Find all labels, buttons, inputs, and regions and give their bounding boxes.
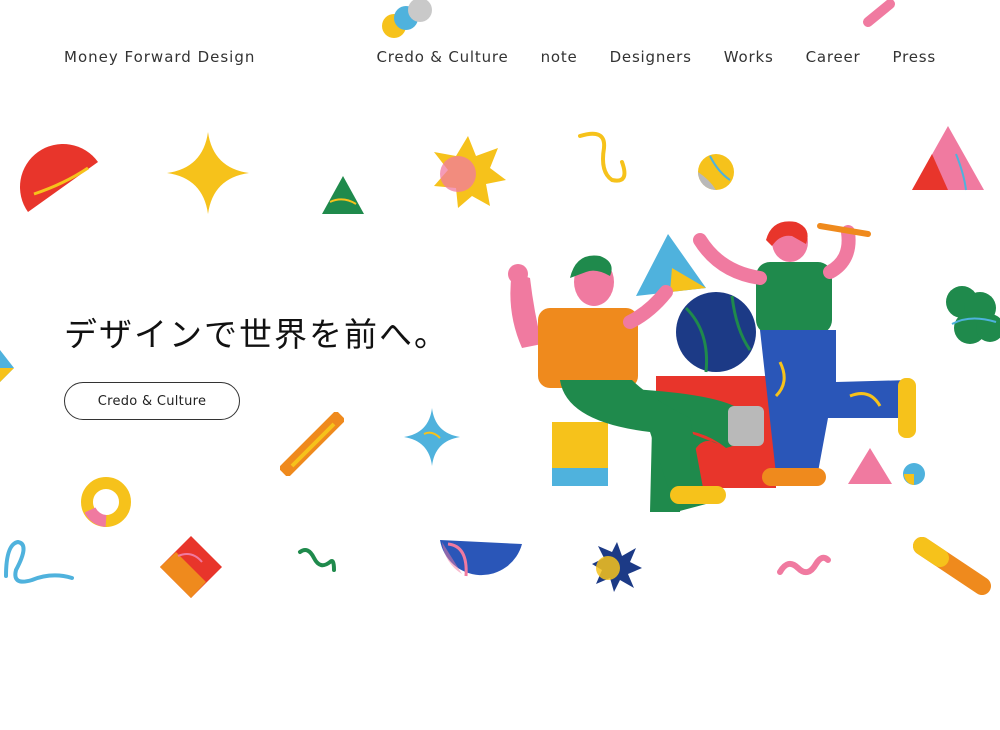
nav-item-credo-culture[interactable]: Credo & Culture xyxy=(376,48,508,66)
main-nav: Credo & Culture note Designers Works Car… xyxy=(376,48,936,66)
credo-culture-button[interactable]: Credo & Culture xyxy=(64,382,240,420)
nav-item-works[interactable]: Works xyxy=(724,48,774,66)
blue-sparkle-shape xyxy=(402,406,462,468)
ring-donut-shape xyxy=(80,476,132,528)
blue-squiggle-shape xyxy=(2,536,76,588)
people-illustration xyxy=(500,212,930,522)
pink-triangle-shape xyxy=(910,124,986,192)
green-wave-shape xyxy=(296,544,338,576)
top-right-stick-shape xyxy=(860,0,900,30)
pink-wave-shape xyxy=(776,550,832,584)
nav-item-press[interactable]: Press xyxy=(893,48,936,66)
yellow-squiggle-shape xyxy=(576,128,636,190)
hero-title: デザインで世界を前へ。 xyxy=(64,315,449,354)
site-header: Money Forward Design Credo & Culture not… xyxy=(0,0,1000,110)
yellow-sparkle-shape xyxy=(165,130,251,216)
red-diamond-shape xyxy=(158,534,224,600)
brand-logo-link[interactable]: Money Forward Design xyxy=(64,48,255,66)
nav-item-career[interactable]: Career xyxy=(806,48,861,66)
top-capsule-shape xyxy=(380,0,440,42)
navy-star-shape xyxy=(590,540,644,594)
orange-stick-shape xyxy=(280,412,344,476)
left-edge-triangle-shape xyxy=(0,350,16,384)
green-triangle-shape xyxy=(320,174,366,216)
nav-item-note[interactable]: note xyxy=(541,48,578,66)
small-ball-shape xyxy=(696,152,736,192)
blue-half-circle-shape xyxy=(438,536,524,586)
red-semicircle-shape xyxy=(18,140,104,220)
orange-capsule-shape xyxy=(910,534,994,598)
star-burst-shape xyxy=(428,134,508,210)
green-cloud-shape xyxy=(940,284,1000,348)
nav-item-designers[interactable]: Designers xyxy=(610,48,692,66)
